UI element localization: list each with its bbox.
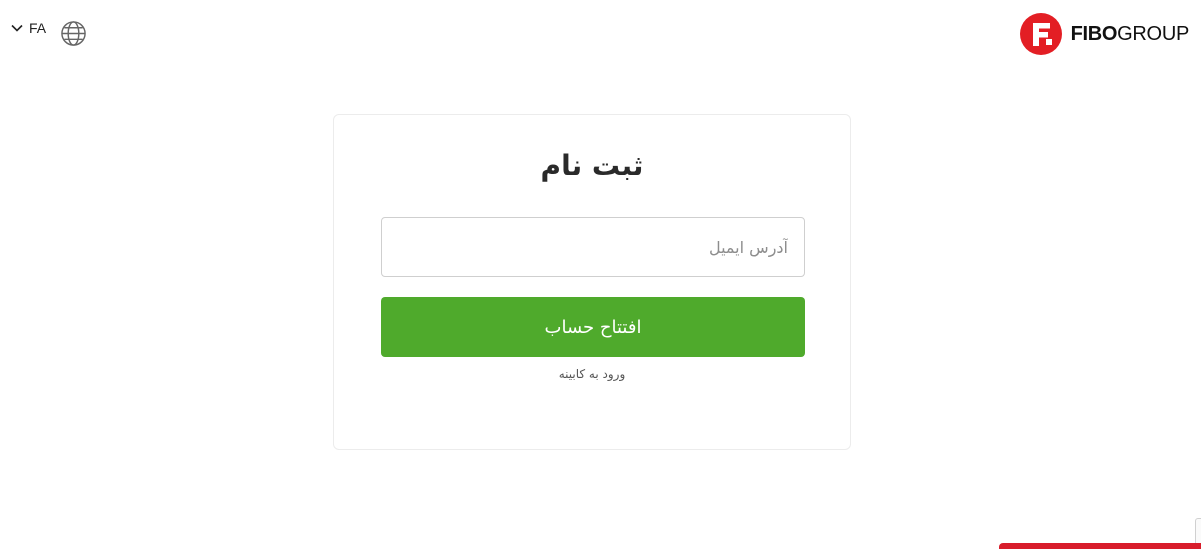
page-title: ثبت نام [540, 149, 644, 182]
chat-widget-bar[interactable] [999, 543, 1201, 549]
registration-card: ثبت نام افتتاح حساب ورود به کابینه [333, 114, 851, 450]
login-cabinet-link[interactable]: ورود به کابینه [334, 367, 850, 381]
logo-text: FIBOGROUP [1070, 22, 1190, 45]
globe-icon[interactable] [60, 20, 87, 47]
chevron-down-icon [11, 24, 23, 32]
email-field[interactable] [381, 217, 805, 277]
language-label: FA [29, 20, 47, 36]
fibogroup-logo[interactable]: FIBOGROUP [1019, 12, 1189, 56]
fibo-logo-icon [1019, 13, 1062, 55]
open-account-button[interactable]: افتتاح حساب [381, 297, 805, 357]
language-switcher[interactable]: FA [10, 20, 46, 36]
